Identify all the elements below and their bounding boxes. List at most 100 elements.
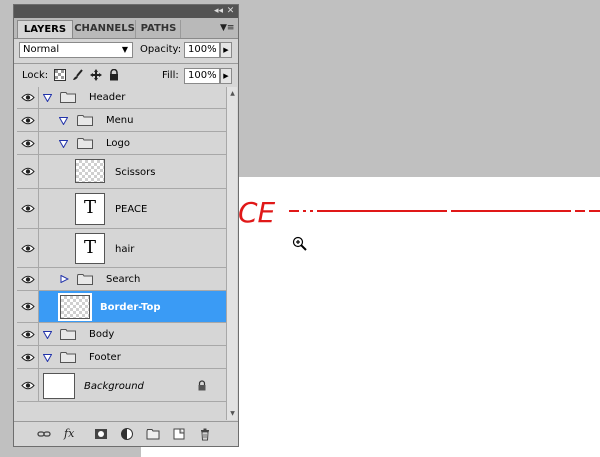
add-mask-icon[interactable] bbox=[94, 427, 108, 441]
folder-icon bbox=[77, 115, 93, 126]
close-panel-icon[interactable]: ✕ bbox=[225, 6, 236, 17]
blend-opacity-row: Normal ▼ Opacity: 100% ▶ bbox=[14, 39, 238, 61]
scroll-down-icon[interactable]: ▼ bbox=[228, 409, 237, 418]
chevron-down-icon: ▼ bbox=[121, 45, 128, 54]
fill-input[interactable]: 100% bbox=[184, 68, 220, 84]
visibility-toggle[interactable] bbox=[17, 369, 39, 401]
layer-row-peace[interactable]: T PEACE bbox=[17, 189, 226, 229]
layers-list: Header Menu Logo Scissors T PEACE T hair… bbox=[17, 87, 226, 420]
fill-slider-button[interactable]: ▶ bbox=[220, 68, 232, 84]
tab-channels[interactable]: CHANNELS bbox=[74, 20, 136, 38]
visibility-toggle[interactable] bbox=[17, 291, 39, 322]
eye-icon bbox=[21, 302, 35, 311]
folder-icon bbox=[60, 329, 76, 340]
fx-icon[interactable]: fx bbox=[64, 427, 82, 441]
expand-triangle-icon[interactable] bbox=[59, 140, 68, 148]
opacity-input[interactable]: 100% bbox=[184, 42, 220, 58]
opacity-slider-button[interactable]: ▶ bbox=[220, 42, 232, 58]
trash-icon[interactable] bbox=[198, 427, 212, 441]
panel-menu-icon[interactable]: ▼≡ bbox=[220, 22, 234, 34]
scroll-up-icon[interactable]: ▲ bbox=[228, 89, 237, 98]
lock-position-icon[interactable] bbox=[90, 69, 102, 81]
eye-icon bbox=[21, 167, 35, 176]
layer-thumbnail bbox=[43, 373, 75, 399]
visibility-toggle[interactable] bbox=[17, 155, 39, 188]
layers-scrollbar[interactable]: ▲ ▼ bbox=[226, 87, 237, 420]
visibility-toggle[interactable] bbox=[17, 132, 39, 154]
layer-row-body[interactable]: Body bbox=[17, 323, 226, 346]
layer-name: Menu bbox=[106, 115, 134, 126]
visibility-toggle[interactable] bbox=[17, 87, 39, 108]
layer-name: Search bbox=[106, 274, 141, 285]
layer-row-search[interactable]: Search bbox=[17, 268, 226, 291]
folder-icon bbox=[77, 138, 93, 149]
layer-row-menu[interactable]: Menu bbox=[17, 109, 226, 132]
eye-icon bbox=[21, 93, 35, 102]
visibility-toggle[interactable] bbox=[17, 323, 39, 345]
eye-icon bbox=[21, 204, 35, 213]
layer-row-footer[interactable]: Footer bbox=[17, 346, 226, 369]
text-layer-icon: T bbox=[75, 233, 105, 264]
lock-image-pixels-icon[interactable] bbox=[72, 69, 84, 81]
collapsed-triangle-icon[interactable] bbox=[60, 275, 69, 283]
layer-thumbnail bbox=[58, 293, 92, 321]
collapse-panel-icon[interactable]: ◂◂ bbox=[213, 6, 224, 17]
tab-layers[interactable]: LAYERS bbox=[17, 20, 73, 38]
blend-mode-value: Normal bbox=[23, 44, 60, 55]
eye-icon bbox=[21, 381, 35, 390]
layer-name: Scissors bbox=[115, 167, 156, 178]
panel-tabs: LAYERS CHANNELS PATHS ▼≡ bbox=[14, 18, 238, 39]
folder-icon bbox=[60, 92, 76, 103]
link-layers-icon[interactable] bbox=[37, 427, 51, 441]
layer-row-header[interactable]: Header bbox=[17, 87, 226, 109]
tab-paths[interactable]: PATHS bbox=[137, 20, 181, 38]
layer-name: hair bbox=[115, 244, 135, 255]
fill-label: Fill: bbox=[162, 70, 179, 81]
eye-icon bbox=[21, 330, 35, 339]
blend-mode-select[interactable]: Normal ▼ bbox=[19, 42, 133, 58]
visibility-toggle[interactable] bbox=[17, 346, 39, 368]
canvas-peace-text: CE bbox=[238, 196, 276, 229]
layers-panel: ◂◂ ✕ LAYERS CHANNELS PATHS ▼≡ Normal ▼ O… bbox=[13, 4, 239, 447]
layer-row-border-top[interactable]: Border-Top bbox=[17, 291, 226, 323]
layer-name: Body bbox=[89, 329, 115, 340]
visibility-toggle[interactable] bbox=[17, 268, 39, 290]
visibility-toggle[interactable] bbox=[17, 109, 39, 131]
canvas-dashed-border-line bbox=[289, 210, 600, 212]
text-layer-icon: T bbox=[75, 193, 105, 225]
lock-label: Lock: bbox=[22, 70, 49, 81]
eye-icon bbox=[21, 275, 35, 284]
expand-triangle-icon[interactable] bbox=[43, 354, 52, 362]
panel-titlebar[interactable]: ◂◂ ✕ bbox=[14, 5, 238, 18]
layer-row-logo[interactable]: Logo bbox=[17, 132, 226, 155]
layer-name: Border-Top bbox=[100, 302, 161, 313]
new-layer-icon[interactable] bbox=[172, 427, 186, 441]
layers-bottom-toolbar: fx bbox=[14, 421, 238, 446]
folder-icon bbox=[60, 352, 76, 363]
expand-triangle-icon[interactable] bbox=[43, 94, 52, 102]
layer-lock-icon bbox=[198, 380, 206, 391]
layer-row-hair[interactable]: T hair bbox=[17, 229, 226, 268]
folder-icon bbox=[77, 274, 93, 285]
layer-name: Header bbox=[89, 92, 126, 103]
layer-thumbnail bbox=[75, 159, 105, 183]
visibility-toggle[interactable] bbox=[17, 189, 39, 228]
lock-transparent-pixels-icon[interactable] bbox=[54, 69, 66, 81]
opacity-label: Opacity: bbox=[140, 44, 182, 55]
eye-icon bbox=[21, 116, 35, 125]
expand-triangle-icon[interactable] bbox=[59, 117, 68, 125]
eye-icon bbox=[21, 353, 35, 362]
lock-all-icon[interactable] bbox=[108, 69, 120, 81]
adjustment-layer-icon[interactable] bbox=[120, 427, 134, 441]
lock-fill-row: Lock: Fill: 100% ▶ bbox=[14, 65, 238, 87]
visibility-toggle[interactable] bbox=[17, 229, 39, 267]
divider bbox=[14, 63, 238, 64]
layer-row-background[interactable]: Background bbox=[17, 369, 226, 402]
zoom-cursor-icon bbox=[292, 236, 307, 251]
new-group-icon[interactable] bbox=[146, 427, 160, 441]
layer-row-scissors[interactable]: Scissors bbox=[17, 155, 226, 189]
expand-triangle-icon[interactable] bbox=[43, 331, 52, 339]
layer-name: Background bbox=[84, 381, 144, 392]
layer-name: Footer bbox=[89, 352, 121, 363]
eye-icon bbox=[21, 139, 35, 148]
